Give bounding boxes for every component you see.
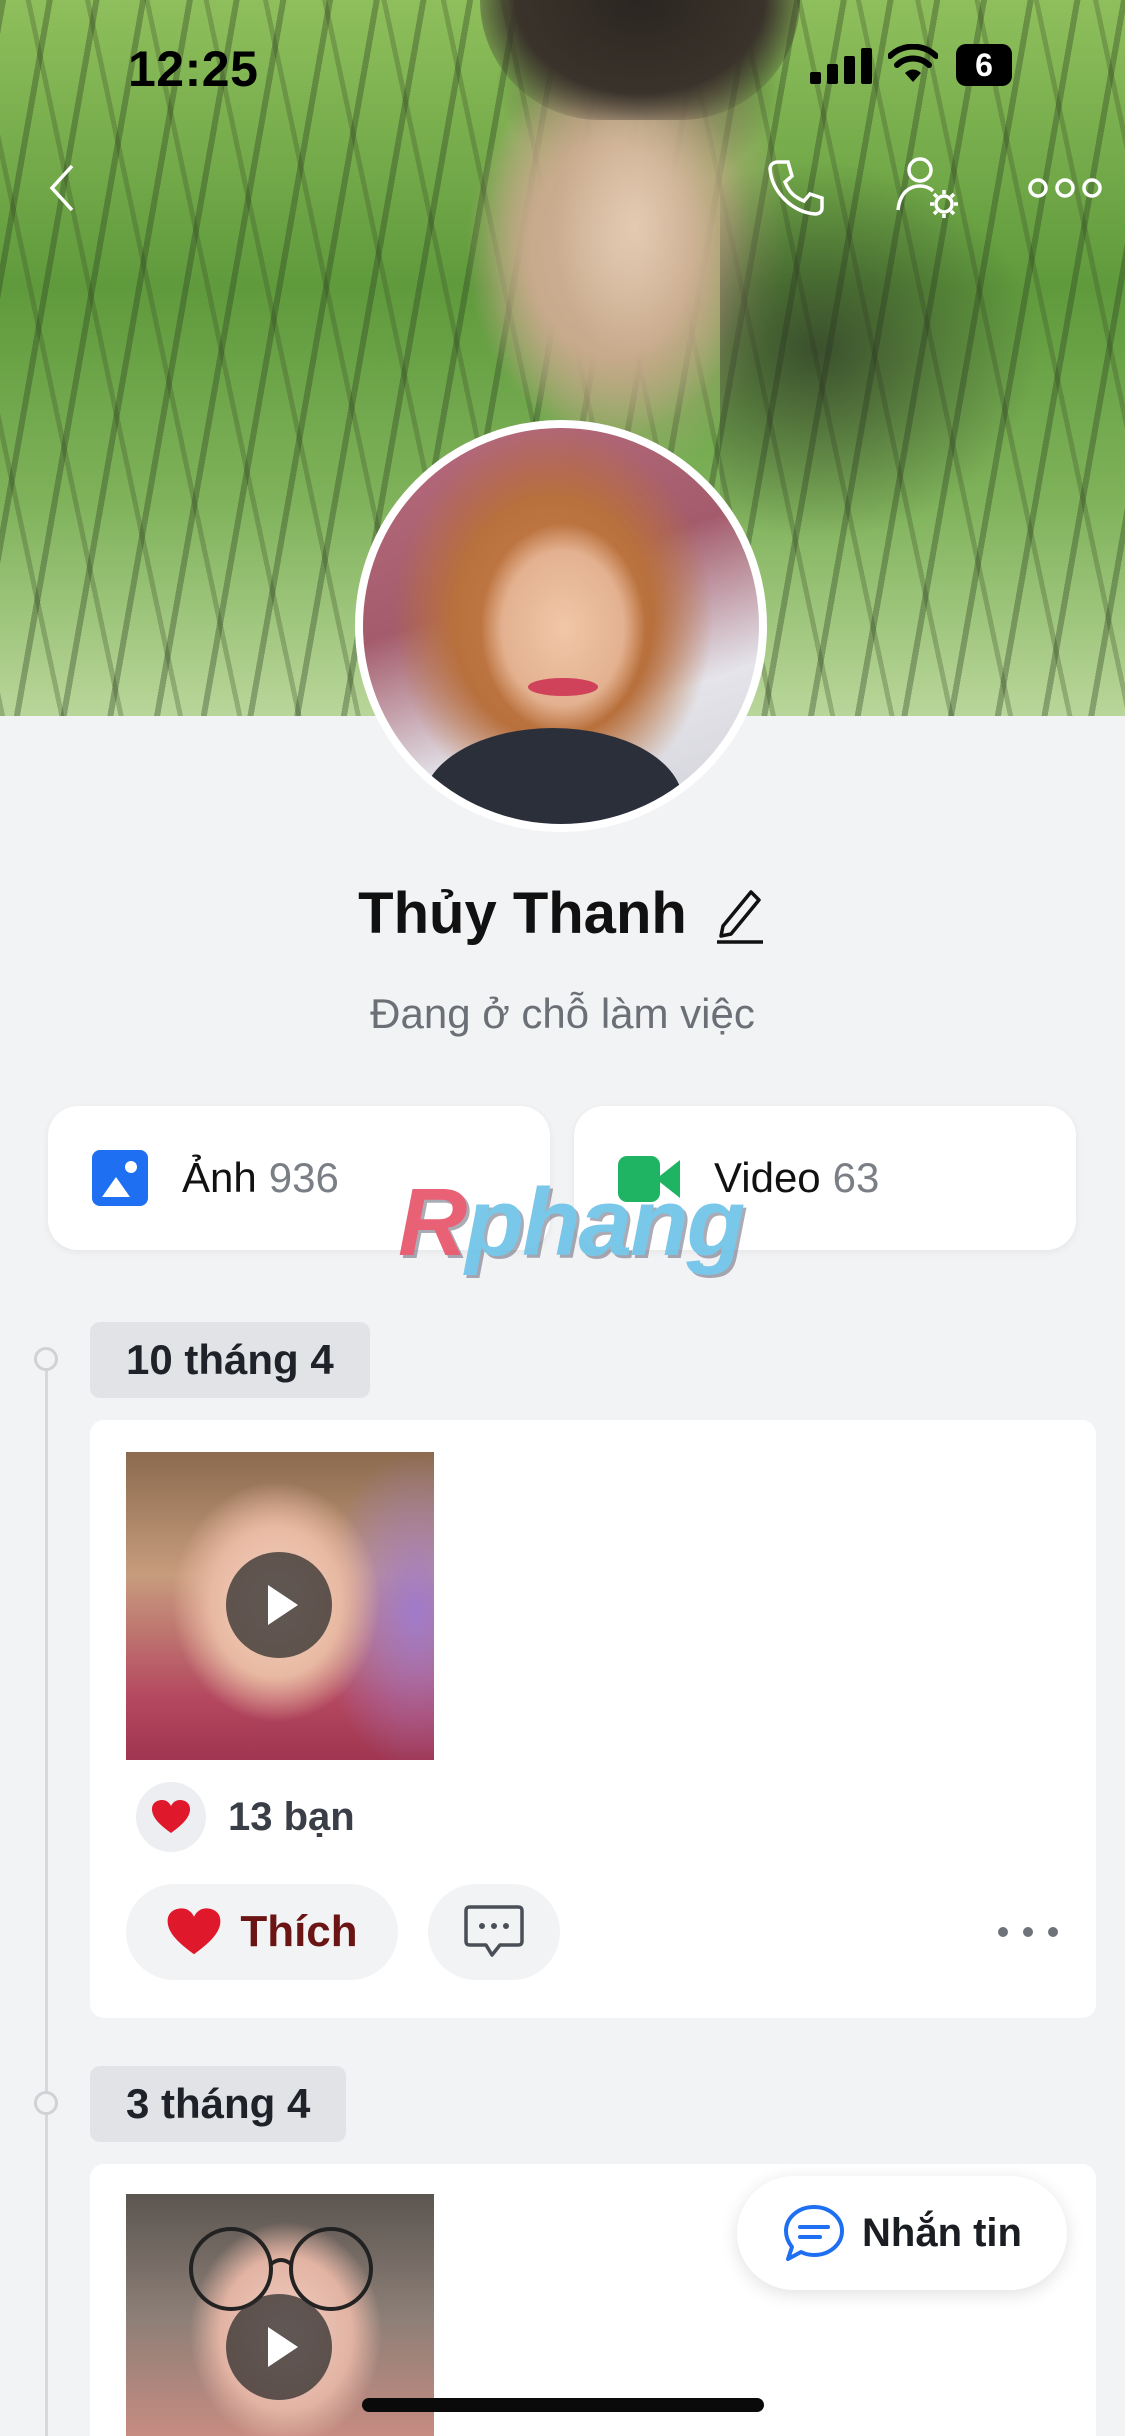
videos-count: 63 [832,1154,880,1201]
watermark-logo: Rphang [398,1169,745,1276]
message-button[interactable]: Nhắn tin [737,2176,1067,2290]
heart-icon [167,1908,221,1955]
user-settings-icon [896,157,958,218]
image-icon [92,1150,148,1206]
status-bar: 12:25 6 [0,0,1125,130]
message-label: Nhắn tin [862,2210,1022,2255]
photos-label: Ảnh [182,1154,257,1201]
comment-button[interactable] [428,1884,560,1980]
video-thumbnail[interactable] [126,1452,434,1760]
profile-status: Đang ở chỗ làm việc [370,990,755,1037]
like-label: Thích [240,1907,358,1956]
timeline-dot [34,2091,58,2115]
timeline-post: 13 bạn Thích [90,1420,1096,2018]
chat-bubble-icon [784,2205,844,2261]
timeline-date: 10 tháng 4 [90,1322,370,1398]
profile-name: Thủy Thanh [358,881,687,946]
timeline-dot [34,1347,58,1371]
timeline-line [45,1360,48,2436]
comment-icon [464,1905,524,1957]
play-icon[interactable] [226,2294,332,2400]
reaction-count: 13 bạn [228,1794,355,1839]
call-button[interactable] [756,148,836,228]
reaction-summary[interactable]: 13 bạn [136,1782,355,1852]
play-icon[interactable] [226,1552,332,1658]
battery-icon: 6 [956,44,1012,86]
more-options-button[interactable] [1020,148,1110,228]
more-horizontal-icon [1028,178,1102,198]
profile-name-row: Thủy Thanh [0,880,1125,947]
chevron-left-icon [49,164,74,212]
photos-count: 936 [268,1154,339,1201]
heart-reaction-icon [136,1782,206,1852]
phone-icon [768,160,824,216]
profile-avatar[interactable] [355,420,767,832]
cellular-signal-icon [810,48,872,84]
post-more-button[interactable] [998,1912,1058,1952]
pencil-icon[interactable] [711,882,767,946]
home-indicator[interactable] [362,2398,764,2412]
like-button[interactable]: Thích [126,1884,398,1980]
status-time: 12:25 [128,41,259,97]
profile-settings-button[interactable] [888,148,968,228]
timeline-date: 3 tháng 4 [90,2066,347,2142]
back-button[interactable] [22,148,102,228]
wifi-icon [888,44,938,82]
